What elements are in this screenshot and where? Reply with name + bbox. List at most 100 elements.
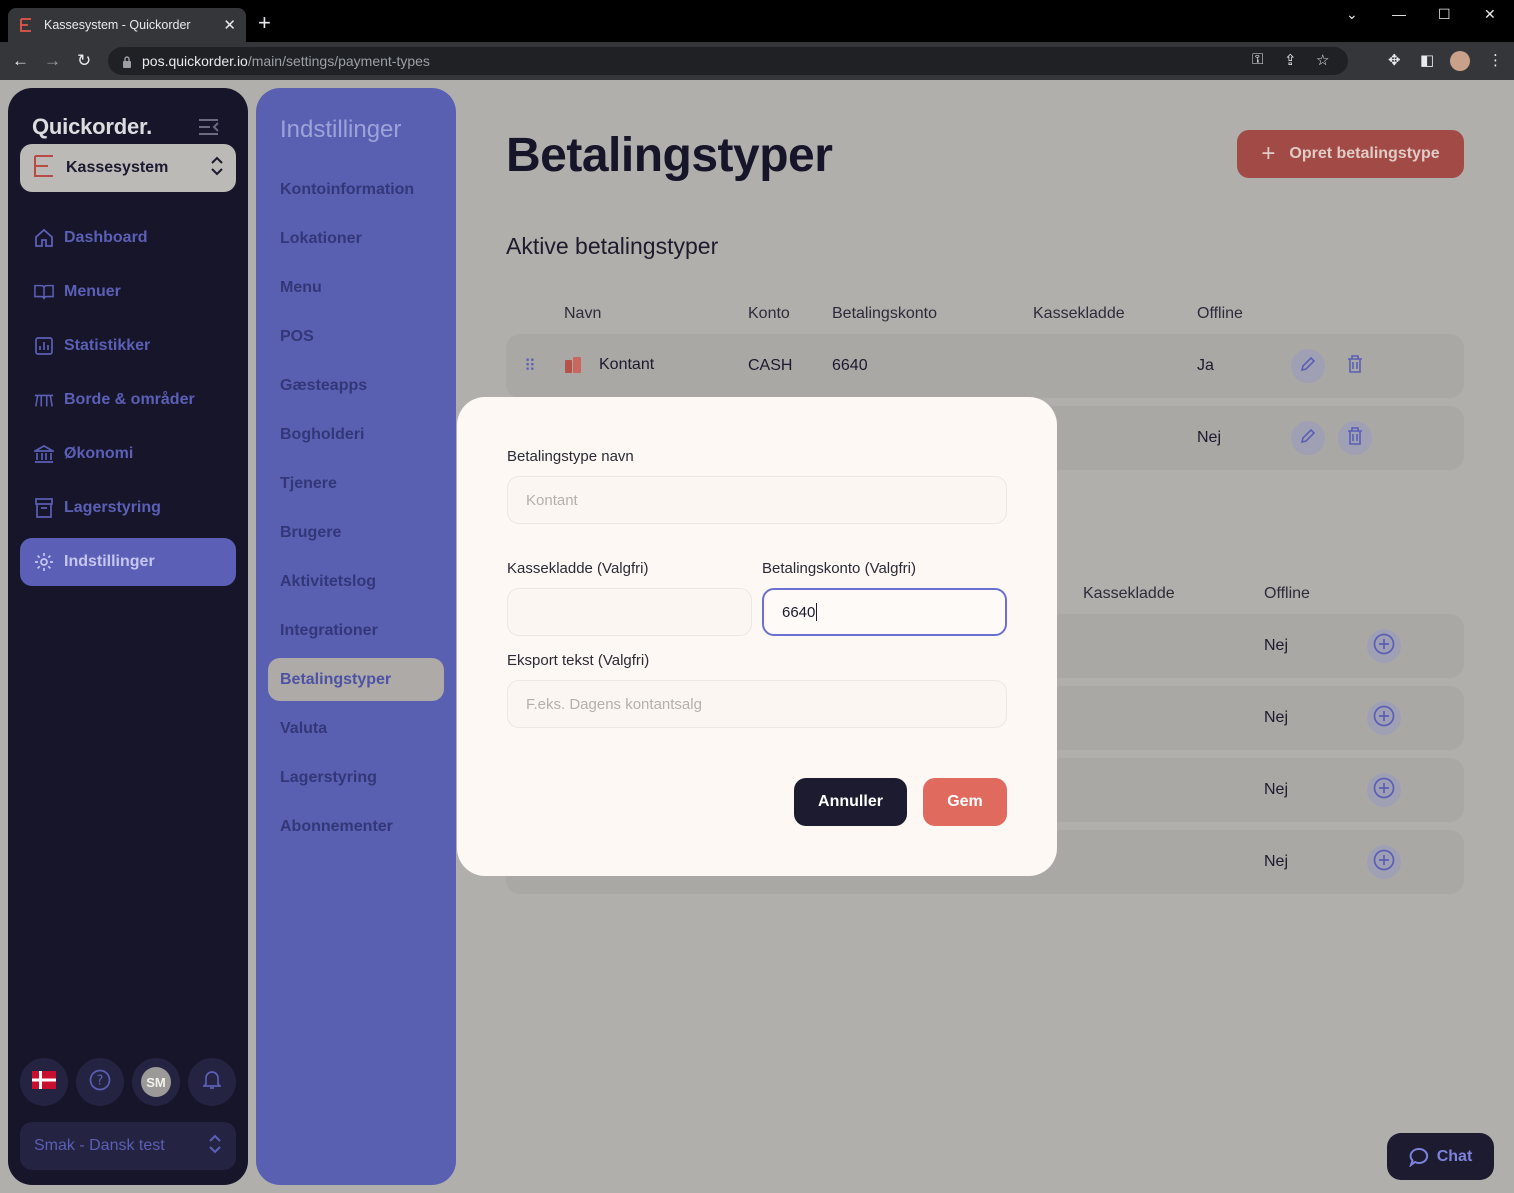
name-input[interactable]: Kontant <box>507 476 1007 524</box>
settings-item-tjenere[interactable]: Tjenere <box>268 462 444 505</box>
main-sidebar: Quickorder. Kassesystem Dashboard Menuer <box>8 88 248 1185</box>
home-icon <box>34 228 54 248</box>
cancel-button[interactable]: Annuller <box>794 778 907 826</box>
settings-submenu: Indstillinger Kontoinformation Lokatione… <box>256 88 456 1185</box>
settings-item-lagerstyring[interactable]: Lagerstyring <box>268 756 444 799</box>
add-button[interactable] <box>1367 629 1401 663</box>
settings-item-gaesteapps[interactable]: Gæsteapps <box>268 364 444 407</box>
plus-circle-icon <box>1373 849 1395 876</box>
tab-search-icon[interactable]: ⌄ <box>1346 6 1358 23</box>
nav-item-okonomi[interactable]: Økonomi <box>20 430 236 478</box>
chat-button[interactable]: Chat <box>1387 1133 1494 1180</box>
cash-icon <box>564 356 582 379</box>
chart-icon <box>34 336 54 356</box>
sidebar-footer-icons: ? SM <box>20 1058 236 1106</box>
settings-item-betalingstyper[interactable]: Betalingstyper <box>268 658 444 701</box>
settings-submenu-title: Indstillinger <box>280 116 402 143</box>
nav-item-menuer[interactable]: Menuer <box>20 268 236 316</box>
settings-item-brugere[interactable]: Brugere <box>268 511 444 554</box>
more-menu-icon[interactable]: ⋮ <box>1488 51 1503 69</box>
row-payment-account: 6640 <box>832 357 868 374</box>
nav-label: Økonomi <box>64 445 134 462</box>
plus-circle-icon <box>1373 633 1395 660</box>
delete-button[interactable] <box>1338 349 1372 383</box>
avatar: SM <box>141 1067 171 1097</box>
add-button[interactable] <box>1367 773 1401 807</box>
side-panel-icon[interactable]: ◧ <box>1420 51 1434 69</box>
cash-journal-input[interactable] <box>507 588 752 636</box>
drag-handle-icon[interactable]: ⠿ <box>524 356 536 376</box>
bell-icon <box>201 1070 223 1095</box>
export-text-input[interactable]: F.eks. Dagens kontantsalg <box>507 680 1007 728</box>
edit-button[interactable] <box>1291 421 1325 455</box>
trash-icon <box>1347 426 1363 450</box>
settings-item-integrationer[interactable]: Integrationer <box>268 609 444 652</box>
edit-button[interactable] <box>1291 349 1325 383</box>
row-offline: Nej <box>1264 709 1289 726</box>
notifications-button[interactable] <box>188 1058 236 1106</box>
venue-select[interactable]: Smak - Dansk test <box>20 1122 236 1170</box>
extensions-icon[interactable]: ✥ <box>1388 51 1401 69</box>
browser-tab[interactable]: Kassesystem - Quickorder ✕ <box>8 8 246 42</box>
system-select[interactable]: Kassesystem <box>20 144 236 192</box>
nav-item-dashboard[interactable]: Dashboard <box>20 214 236 262</box>
nav-label: Indstillinger <box>64 553 155 570</box>
add-button[interactable] <box>1367 701 1401 735</box>
close-tab-icon[interactable]: ✕ <box>223 16 236 34</box>
add-button[interactable] <box>1367 845 1401 879</box>
save-button[interactable]: Gem <box>923 778 1007 826</box>
table-row[interactable]: ⠿ Kontant CASH 6640 Ja <box>506 334 1464 398</box>
settings-item-pos[interactable]: POS <box>268 315 444 358</box>
bank-icon <box>34 444 54 464</box>
settings-item-aktivitetslog[interactable]: Aktivitetslog <box>268 560 444 603</box>
profile-avatar[interactable] <box>1450 51 1470 71</box>
book-icon <box>34 282 54 302</box>
minimize-icon[interactable]: — <box>1392 6 1406 22</box>
nav-label: Lagerstyring <box>64 499 161 516</box>
table-icon <box>34 390 54 410</box>
row-offline: Nej <box>1197 429 1222 446</box>
url-path: /main/settings/payment-types <box>247 53 430 69</box>
venue-select-label: Smak - Dansk test <box>34 1137 165 1154</box>
user-button[interactable]: SM <box>132 1058 180 1106</box>
active-section-title: Aktive betalingstyper <box>506 233 719 259</box>
settings-item-valuta[interactable]: Valuta <box>268 707 444 750</box>
new-tab-icon[interactable]: + <box>258 12 271 34</box>
settings-item-bogholderi[interactable]: Bogholderi <box>268 413 444 456</box>
column-header-cash-journal: Kassekladde <box>1033 305 1125 322</box>
collapse-sidebar-icon[interactable] <box>198 118 220 141</box>
column-header-account: Konto <box>748 305 790 322</box>
window-close-icon[interactable]: ✕ <box>1484 6 1496 23</box>
column-header-offline: Offline <box>1197 305 1243 322</box>
reload-icon[interactable]: ↻ <box>77 51 91 71</box>
help-button[interactable]: ? <box>76 1058 124 1106</box>
nav-item-statistikker[interactable]: Statistikker <box>20 322 236 370</box>
pencil-icon <box>1300 356 1316 377</box>
maximize-icon[interactable]: ☐ <box>1438 6 1451 23</box>
quickorder-favicon-icon <box>18 17 34 33</box>
nav-item-indstillinger[interactable]: Indstillinger <box>20 538 236 586</box>
lock-icon <box>122 55 132 68</box>
settings-item-lokationer[interactable]: Lokationer <box>268 217 444 260</box>
delete-button[interactable] <box>1338 421 1372 455</box>
settings-item-kontoinformation[interactable]: Kontoinformation <box>268 168 444 211</box>
bookmark-star-icon[interactable]: ☆ <box>1316 51 1329 69</box>
nav-item-lagerstyring[interactable]: Lagerstyring <box>20 484 236 532</box>
browser-toolbar: ← → ↻ pos.quickorder.io /main/settings/p… <box>0 42 1514 80</box>
share-icon[interactable]: ⇪ <box>1284 51 1297 69</box>
create-payment-type-button[interactable]: + Opret betalingstype <box>1237 130 1464 178</box>
language-button[interactable] <box>20 1058 68 1106</box>
payment-account-input[interactable]: 6640 <box>762 588 1007 636</box>
page-title: Betalingstyper <box>506 129 833 182</box>
address-bar[interactable]: pos.quickorder.io /main/settings/payment… <box>108 47 1348 75</box>
nav-item-borde[interactable]: Borde & områder <box>20 376 236 424</box>
export-text-label: Eksport tekst (Valgfri) <box>507 652 650 669</box>
key-icon[interactable]: ⚿ <box>1252 51 1263 68</box>
chevron-updown-icon <box>208 1133 222 1160</box>
forward-icon[interactable]: → <box>44 51 61 71</box>
settings-item-menu[interactable]: Menu <box>268 266 444 309</box>
row-offline: Nej <box>1264 853 1289 870</box>
settings-item-abonnementer[interactable]: Abonnementer <box>268 805 444 848</box>
back-icon[interactable]: ← <box>12 51 29 71</box>
plus-icon: + <box>1261 140 1276 167</box>
